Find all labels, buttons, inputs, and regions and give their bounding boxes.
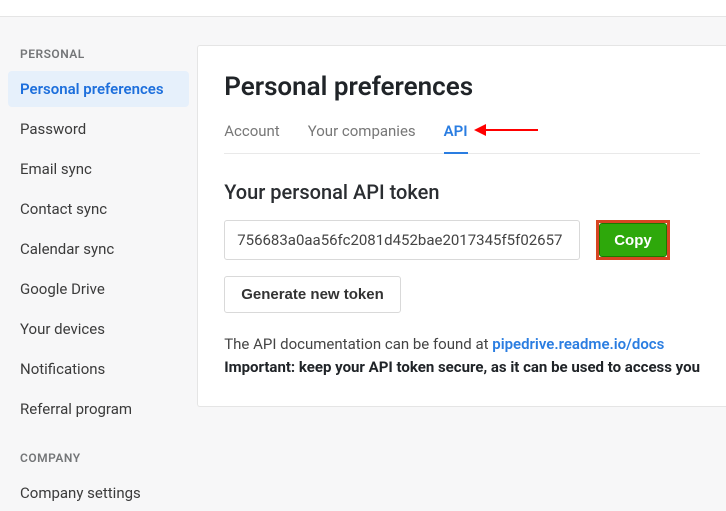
- layout: PERSONAL Personal preferences Password E…: [0, 17, 726, 500]
- docs-text: The API documentation can be found at pi…: [224, 333, 700, 380]
- tab-api[interactable]: API: [444, 122, 468, 154]
- top-bar: [0, 0, 726, 17]
- sidebar-section-personal: PERSONAL: [8, 41, 189, 71]
- copy-button[interactable]: Copy: [599, 223, 667, 257]
- sidebar: PERSONAL Personal preferences Password E…: [0, 17, 197, 500]
- sidebar-item-referral-program[interactable]: Referral program: [8, 391, 189, 427]
- tab-your-companies[interactable]: Your companies: [308, 122, 416, 154]
- sidebar-item-calendar-sync[interactable]: Calendar sync: [8, 231, 189, 267]
- sidebar-item-password[interactable]: Password: [8, 111, 189, 147]
- important-note: Important: keep your API token secure, a…: [224, 358, 700, 376]
- sidebar-item-google-drive[interactable]: Google Drive: [8, 271, 189, 307]
- sidebar-item-your-devices[interactable]: Your devices: [8, 311, 189, 347]
- arrow-head-icon: [474, 124, 486, 136]
- sidebar-item-email-sync[interactable]: Email sync: [8, 151, 189, 187]
- page-title: Personal preferences: [224, 72, 700, 102]
- tabs: Account Your companies API: [224, 122, 700, 154]
- docs-link[interactable]: pipedrive.readme.io/docs: [492, 335, 664, 353]
- annotation-arrow: [474, 124, 538, 136]
- docs-prefix: The API documentation can be found at: [224, 335, 492, 353]
- sidebar-section-company: COMPANY: [8, 445, 189, 475]
- api-token-heading: Your personal API token: [224, 180, 700, 204]
- tab-account[interactable]: Account: [224, 122, 280, 154]
- token-row: Copy: [224, 220, 700, 260]
- content: Personal preferences Account Your compan…: [197, 17, 726, 500]
- sidebar-item-personal-preferences[interactable]: Personal preferences: [8, 71, 189, 107]
- settings-card: Personal preferences Account Your compan…: [197, 45, 726, 407]
- copy-button-highlight: Copy: [596, 220, 670, 260]
- sidebar-item-contact-sync[interactable]: Contact sync: [8, 191, 189, 227]
- api-token-input[interactable]: [224, 220, 580, 260]
- sidebar-item-notifications[interactable]: Notifications: [8, 351, 189, 387]
- card-header: Personal preferences Account Your compan…: [198, 46, 726, 154]
- arrow-line-icon: [486, 129, 538, 132]
- sidebar-item-company-settings[interactable]: Company settings: [8, 475, 189, 511]
- card-body: Your personal API token Copy Generate ne…: [198, 154, 726, 406]
- generate-token-button[interactable]: Generate new token: [224, 276, 401, 313]
